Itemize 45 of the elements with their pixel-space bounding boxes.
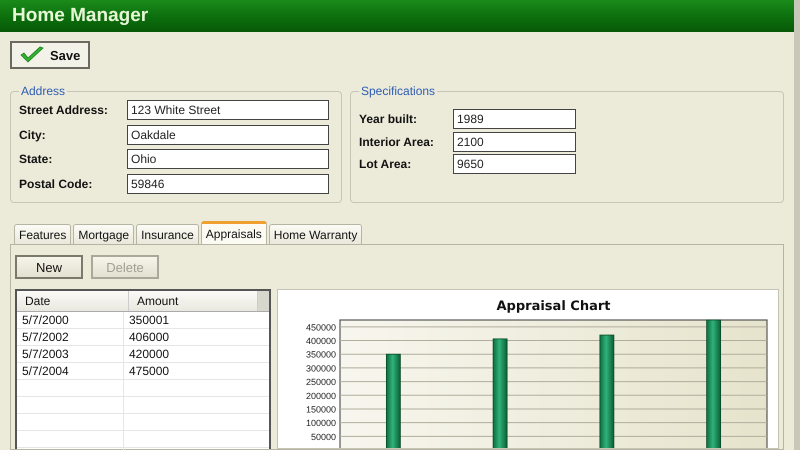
table-cell: 5/7/2003 <box>17 346 124 362</box>
axis-tick-label: 50000 <box>310 432 336 442</box>
text-field[interactable]: 59846 <box>127 174 329 194</box>
table-cell: 5/7/2002 <box>17 329 124 345</box>
axis-tick-label: 300000 <box>306 363 336 374</box>
table-cell: 5/7/2004 <box>17 363 124 379</box>
table-cell: 5/7/2000 <box>17 312 124 328</box>
axis-tick-label: 400000 <box>306 336 336 346</box>
tab[interactable]: Mortgage <box>73 224 134 244</box>
text-field[interactable]: 1989 <box>453 109 576 130</box>
checkmark-icon <box>20 46 44 64</box>
text-field[interactable]: Oakdale <box>127 124 329 145</box>
axis-tick-label: 100000 <box>306 418 336 428</box>
text-field[interactable]: Ohio <box>127 149 329 170</box>
window-title: Home Manager <box>12 5 148 27</box>
panel-button[interactable]: New <box>15 255 83 279</box>
text-field[interactable]: 2100 <box>453 132 576 152</box>
field-label: State: <box>19 152 54 166</box>
save-button[interactable]: Save <box>10 41 90 69</box>
scrollbar-corner <box>258 291 269 311</box>
group-legend: Specifications <box>359 84 438 98</box>
field-label: Interior Area: <box>359 134 435 149</box>
tab[interactable]: Insurance <box>136 224 199 244</box>
axis-tick-label: 150000 <box>306 404 336 414</box>
text-field[interactable]: 9650 <box>453 154 576 174</box>
field-label: Year built: <box>359 112 418 126</box>
axis-tick-label: 450000 <box>306 322 336 332</box>
table-cell-text: 406000 <box>128 329 170 345</box>
text-field[interactable]: 123 White Street <box>127 100 329 120</box>
field-label: City: <box>19 128 47 142</box>
chart-title: Appraisal Chart <box>496 299 610 314</box>
axis-tick-label: 350000 <box>306 350 336 360</box>
field-label: Street Address: <box>19 103 109 118</box>
tab[interactable]: Appraisals <box>200 221 267 244</box>
column-header[interactable]: Date <box>17 291 129 311</box>
axis-tick-label: 200000 <box>306 390 336 401</box>
tab[interactable]: Features <box>14 224 72 244</box>
field-label: Lot Area: <box>359 157 412 172</box>
table-cell-text: 475000 <box>128 363 170 379</box>
field-label: Postal Code: <box>19 176 94 191</box>
group-legend: Address <box>19 84 68 98</box>
axis-tick-label: 250000 <box>306 377 336 388</box>
table-cell-text: 420000 <box>128 346 170 362</box>
table-cell-text: 350001 <box>128 312 170 328</box>
tab[interactable]: Home Warranty <box>268 224 362 244</box>
